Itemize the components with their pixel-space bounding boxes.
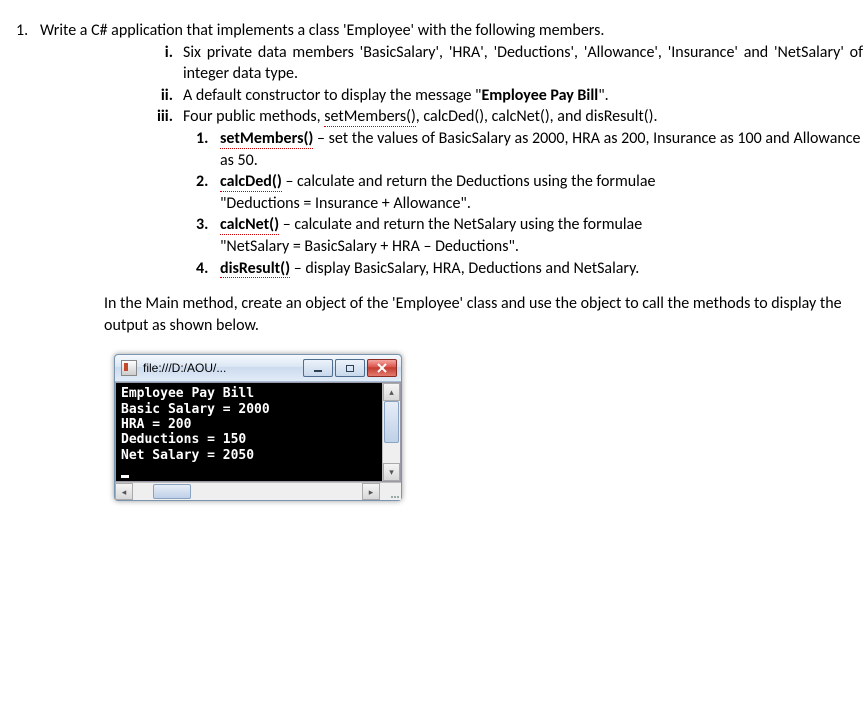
output-line: Basic Salary = 2000: [121, 402, 270, 417]
subitem-2: 2. calcDed() – calculate and return the …: [196, 171, 863, 214]
text-fragment: – calculate and return the Deductions us…: [282, 172, 656, 191]
formula-text: "Deductions = Insurance + Allowance".: [220, 194, 471, 213]
question-intro: Write a C# application that implements a…: [40, 20, 863, 42]
sub-text: disResult() – display BasicSalary, HRA, …: [220, 258, 863, 280]
sub-number: 3.: [196, 214, 220, 257]
window-title: file:///D:/AOU/...: [143, 360, 303, 376]
item-text: Six private data members 'BasicSalary', …: [183, 42, 863, 85]
formula-text: "NetSalary = BasicSalary + HRA – Deducti…: [220, 237, 519, 256]
scroll-up-button[interactable]: ▴: [383, 383, 400, 401]
app-icon: [121, 360, 137, 376]
method-name: setMembers(): [220, 131, 313, 149]
horizontal-scrollbar[interactable]: ◂ ▸: [115, 483, 380, 500]
item-i: i. Six private data members 'BasicSalary…: [141, 42, 863, 85]
sub-number: 1.: [196, 128, 220, 171]
sub-text: setMembers() – set the values of BasicSa…: [220, 128, 863, 171]
text-fragment: A default constructor to display the mes…: [183, 86, 481, 105]
subitem-1: 1. setMembers() – set the values of Basi…: [196, 128, 863, 171]
hscroll-track[interactable]: [133, 483, 362, 500]
scroll-right-button[interactable]: ▸: [362, 483, 380, 500]
sub-number: 4.: [196, 258, 220, 280]
method-name: calcNet(): [220, 217, 279, 235]
text-fragment: – set the values of BasicSalary as 2000,…: [220, 129, 860, 170]
subitem-3: 3. calcNet() – calculate and return the …: [196, 214, 863, 257]
method-name: calcDed(): [220, 174, 282, 192]
sub-number: 2.: [196, 171, 220, 214]
text-fragment: , calcDed(), calcNet(), and disResult().: [416, 107, 658, 126]
subitem-4: 4. disResult() – display BasicSalary, HR…: [196, 258, 863, 280]
resize-grip[interactable]: [380, 483, 401, 500]
item-text: A default constructor to display the mes…: [183, 85, 863, 107]
method-name: disResult(): [220, 261, 290, 279]
console-output[interactable]: Employee Pay Bill Basic Salary = 2000 HR…: [116, 383, 382, 481]
text-fragment: – calculate and return the NetSalary usi…: [279, 215, 642, 234]
followup-paragraph: In the Main method, create an object of …: [104, 293, 863, 336]
cursor-icon: [121, 475, 129, 478]
titlebar[interactable]: file:///D:/AOU/...: [115, 355, 401, 382]
roman-label: iii.: [141, 106, 183, 128]
roman-label: ii.: [141, 85, 183, 107]
question-number: 1.: [16, 20, 40, 42]
vertical-scrollbar[interactable]: ▴ ▾: [382, 383, 400, 481]
close-icon: [377, 363, 387, 373]
item-text: Four public methods, setMembers(), calcD…: [183, 106, 863, 128]
output-line: HRA = 200: [121, 417, 191, 432]
scroll-track[interactable]: [383, 401, 400, 463]
output-line: Deductions = 150: [121, 432, 246, 447]
maximize-button[interactable]: [335, 359, 365, 377]
scroll-down-button[interactable]: ▾: [383, 463, 400, 481]
item-ii: ii. A default constructor to display the…: [141, 85, 863, 107]
console-body: Employee Pay Bill Basic Salary = 2000 HR…: [115, 382, 401, 482]
output-line: Employee Pay Bill: [121, 386, 254, 401]
method-name: setMembers(): [324, 109, 416, 127]
scroll-left-button[interactable]: ◂: [115, 483, 133, 500]
hscroll-row: ◂ ▸: [115, 482, 401, 500]
output-line: Net Salary = 2050: [121, 448, 254, 463]
sub-text: calcNet() – calculate and return the Net…: [220, 214, 863, 257]
question-row: 1. Write a C# application that implement…: [16, 20, 863, 42]
window-controls: [303, 359, 397, 377]
minimize-button[interactable]: [303, 359, 333, 377]
text-fragment: – display BasicSalary, HRA, Deductions a…: [290, 259, 639, 278]
scroll-thumb[interactable]: [384, 401, 399, 443]
bold-text: Employee Pay Bill: [481, 86, 598, 105]
close-button[interactable]: [367, 359, 397, 377]
text-fragment: ".: [598, 86, 608, 105]
sub-text: calcDed() – calculate and return the Ded…: [220, 171, 863, 214]
item-iii: iii. Four public methods, setMembers(), …: [141, 106, 863, 128]
text-fragment: Four public methods,: [183, 107, 324, 126]
hscroll-thumb[interactable]: [153, 484, 191, 499]
console-window: file:///D:/AOU/... Employee Pay Bill Bas…: [114, 354, 402, 501]
roman-label: i.: [141, 42, 183, 85]
